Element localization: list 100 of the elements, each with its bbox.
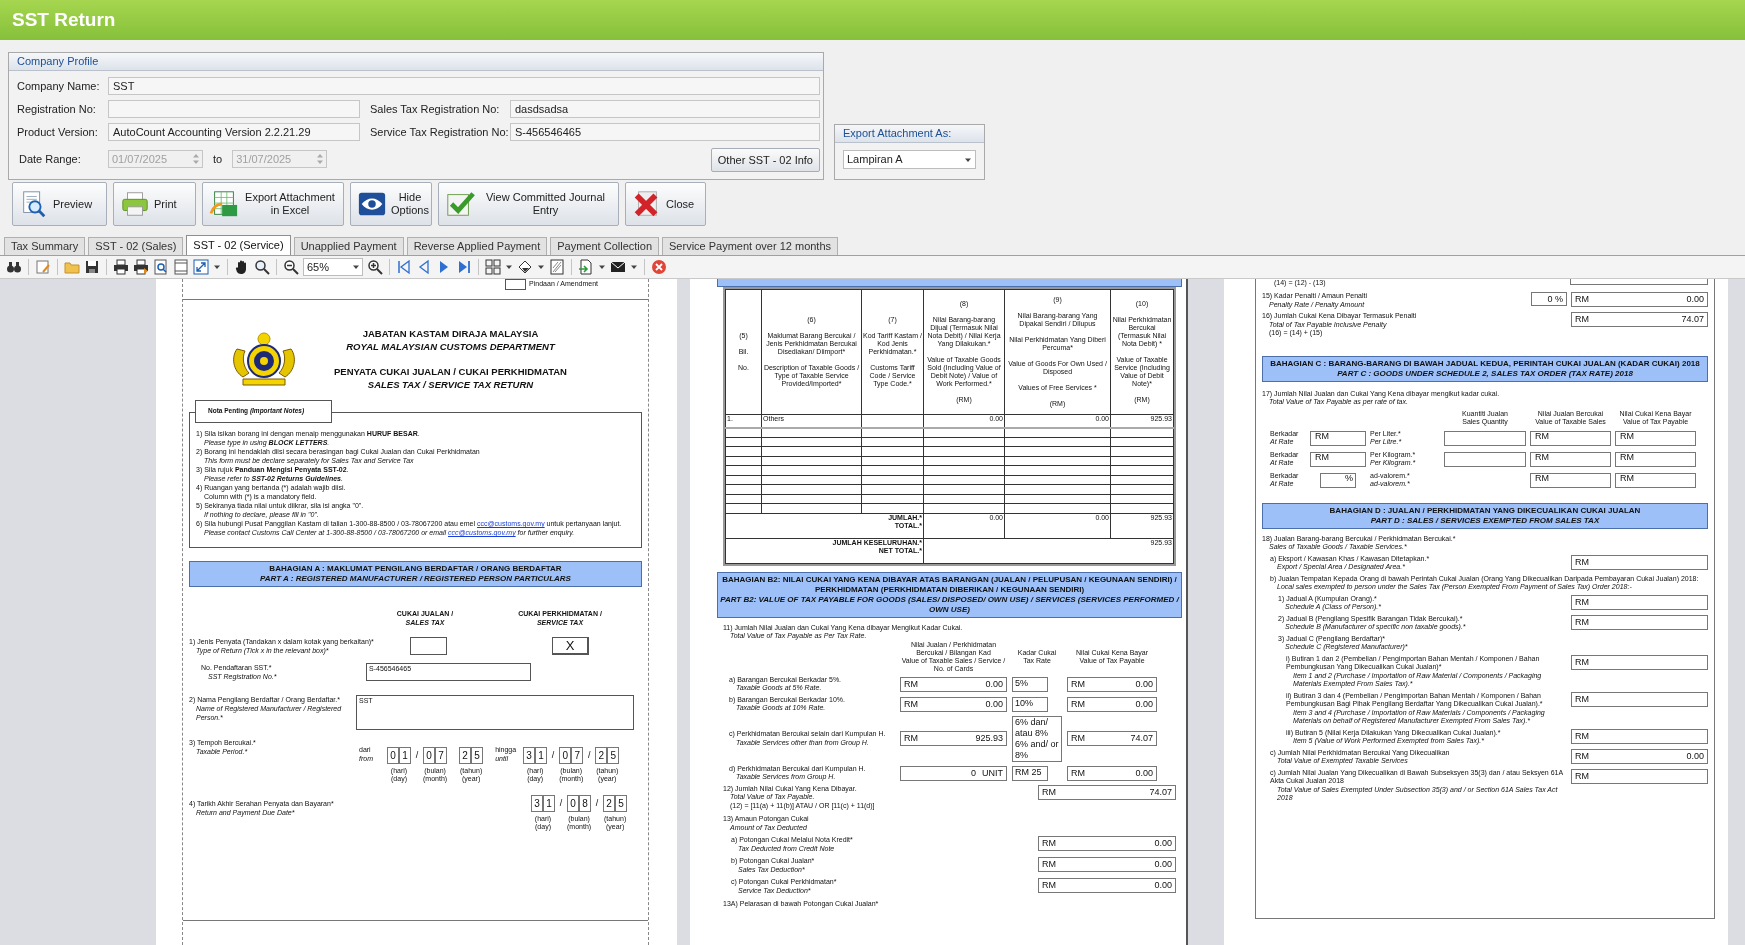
currency-label: RM — [1575, 295, 1589, 304]
amount-value: 0.00 — [1154, 881, 1172, 890]
currency-label: RM — [1575, 315, 1589, 324]
caret-icon[interactable] — [352, 263, 360, 271]
currency-label: RM — [1575, 657, 1589, 667]
rate-box: % — [1320, 472, 1356, 488]
currency-label: RM — [904, 699, 918, 709]
caret-icon[interactable] — [213, 263, 221, 271]
input-field[interactable]: dasdsadsa — [510, 100, 820, 118]
amount-box: RM — [1530, 430, 1611, 446]
tab[interactable]: Service Payment over 12 months — [662, 237, 839, 255]
amount-box: RM — [1615, 430, 1696, 446]
caret-icon[interactable] — [505, 263, 513, 271]
amount-value: 0.00 — [1154, 839, 1172, 848]
spreadsheet-icon — [209, 189, 239, 219]
digit-box: 5 — [607, 747, 620, 764]
email-icon[interactable] — [610, 259, 626, 275]
tab[interactable]: Tax Summary — [4, 237, 86, 255]
page-layout-icon[interactable] — [173, 259, 189, 275]
hide-options-button[interactable]: Hide Options — [350, 182, 432, 226]
view-journal-button[interactable]: View Committed Journal Entry — [438, 182, 619, 226]
tab[interactable]: Reverse Applied Payment — [406, 237, 548, 255]
preview-button[interactable]: Preview — [12, 182, 107, 226]
rate-box: 5% — [1012, 676, 1048, 692]
zoom-in-icon[interactable] — [367, 259, 383, 275]
amount-value: 0.00 — [985, 679, 1003, 689]
find-icon[interactable] — [6, 259, 22, 275]
export-button[interactable]: Export Attachment in Excel — [202, 182, 344, 226]
page-setup-icon[interactable] — [35, 259, 51, 275]
amount-value: 74.07 — [1681, 315, 1704, 324]
currency-label: RM — [1042, 881, 1056, 890]
rate-box: 10% — [1012, 696, 1048, 712]
scale-icon[interactable] — [193, 259, 209, 275]
digit-box: 0 — [423, 747, 436, 764]
currency-label: RM — [1071, 734, 1085, 743]
band-title-english: PART D : SALES / SERVICES EXEMPTED FROM SALES TAX — [1369, 515, 1601, 526]
digit-box: 7 — [571, 747, 584, 764]
input-field[interactable]: AutoCount Accounting Version 2.2.21.29 — [108, 123, 360, 141]
date-separator: / — [559, 799, 563, 808]
amount-value: 0.00 — [1135, 768, 1153, 778]
caret-icon[interactable] — [537, 263, 545, 271]
export-icon[interactable] — [578, 259, 594, 275]
multiple-pages-icon[interactable] — [485, 259, 501, 275]
field-label: Service Tax Registration No: — [370, 124, 510, 140]
tab[interactable]: Unapplied Payment — [293, 237, 404, 255]
date-separator: / — [551, 751, 555, 760]
digit-box: 5 — [471, 747, 484, 764]
tab[interactable]: SST - 02 (Sales) — [88, 237, 184, 255]
digit-box: 1 — [535, 747, 548, 764]
save-icon[interactable] — [84, 259, 100, 275]
quick-print-icon[interactable] — [133, 259, 149, 275]
digit-box: 3 — [523, 747, 536, 764]
digit-box: 7 — [435, 747, 448, 764]
band-title-english: PART C : GOODS UNDER SCHEDULE 2, SALES TAX ORDER (TAX RATE) 2018 — [1336, 368, 1634, 379]
tab[interactable]: SST - 02 (Service) — [186, 235, 291, 255]
input-field[interactable]: S-456546465 — [510, 123, 820, 141]
amount-box: RM — [1530, 451, 1611, 467]
caret-icon[interactable] — [630, 263, 638, 271]
last-page-icon[interactable] — [456, 259, 472, 275]
input-field[interactable] — [108, 100, 360, 118]
print-icon[interactable] — [113, 259, 129, 275]
amount-box: RM — [1530, 472, 1611, 488]
digit-box: 1 — [399, 747, 411, 764]
rate-box: RM — [1310, 451, 1366, 467]
amount-value: 0.00 — [1154, 860, 1172, 869]
digit-box: 1 — [543, 795, 555, 812]
amount-box: RM — [1615, 472, 1696, 488]
amount-value: 0.00 — [1686, 751, 1704, 761]
currency-label: RM — [1071, 768, 1085, 778]
amount-value: 74.07 — [1130, 734, 1153, 743]
amount-value: 0.00 — [1135, 699, 1153, 709]
tab[interactable]: Payment Collection — [550, 237, 659, 255]
currency-label: RM — [904, 734, 918, 743]
currency-label: RM — [1071, 699, 1085, 709]
currency-label: RM — [1042, 787, 1056, 797]
agency-title: JABATAN KASTAM DIRAJA MALAYSIA — [362, 327, 539, 340]
other-info-button[interactable]: Other SST - 02 Info — [710, 148, 820, 172]
first-page-icon[interactable] — [396, 259, 412, 275]
input-field[interactable]: SST — [108, 77, 820, 95]
zoom-icon[interactable] — [254, 259, 270, 275]
zoom-dropdown[interactable]: 65% — [303, 258, 363, 276]
amount-value: 0 — [971, 768, 976, 778]
band-title-english: PART A : REGISTERED MANUFACTURER / REGISTERED PERSON PARTICULARS — [259, 574, 572, 584]
field-label: Date Range: — [18, 151, 82, 167]
panel-title: Export Attachment As: — [843, 126, 952, 142]
close-button[interactable]: Close — [625, 182, 706, 226]
print-preview-icon[interactable] — [153, 259, 169, 275]
paint-bucket-icon[interactable] — [517, 259, 533, 275]
caret-icon[interactable] — [598, 263, 606, 271]
field-label: Product Version: — [17, 124, 99, 140]
currency-label: RM — [1575, 617, 1589, 627]
close-icon[interactable] — [651, 259, 667, 275]
zoom-out-icon[interactable] — [283, 259, 299, 275]
band-title-english: PART B2: VALUE OF TAX PAYABLE FOR GOODS (SALES/ DISPOSED/ OWN USE) / SERVICES (SERVICES PERFORMED / OWN USE) — [719, 594, 1181, 615]
export-dropdown[interactable]: Lampiran A — [843, 150, 976, 169]
digit-box: 3 — [531, 795, 543, 812]
digit-box: 2 — [459, 747, 472, 764]
currency-label: RM — [1575, 557, 1589, 567]
field-label: Registration No: — [17, 101, 97, 117]
print-button[interactable]: Print — [113, 182, 196, 226]
